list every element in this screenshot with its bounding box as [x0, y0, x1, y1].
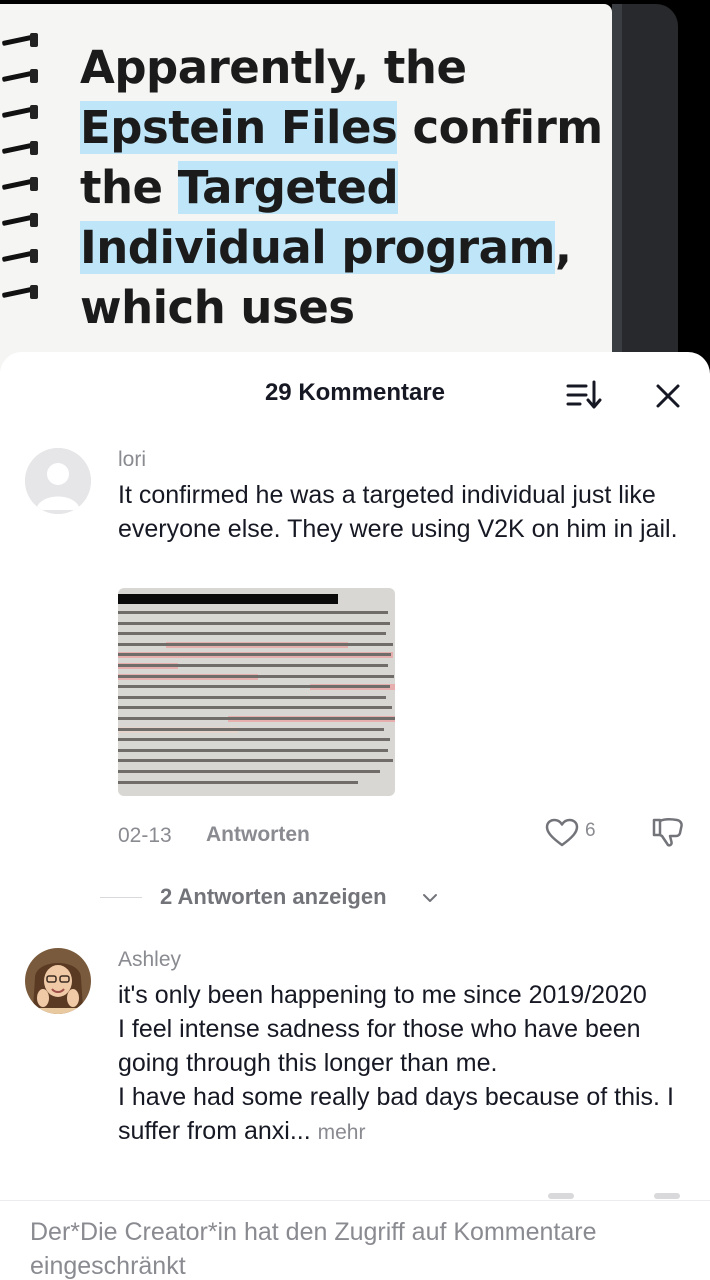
close-icon[interactable] [650, 378, 686, 414]
restricted-notice-text: Der*Die Creator*in hat den Zugriff auf K… [30, 1218, 597, 1280]
caption-highlight: Epstein Files [80, 101, 398, 154]
heart-icon[interactable] [545, 818, 579, 848]
comments-header: 29 Kommentare [0, 352, 710, 434]
spiral-binding [0, 30, 46, 318]
dislike-icon[interactable] [651, 816, 685, 848]
caption-segment: Apparently, the [80, 41, 467, 94]
comment-username[interactable]: Ashley [118, 948, 181, 972]
comments-count-title: 29 Kommentare [264, 379, 446, 406]
caption-line: Epstein Files confirm [80, 98, 603, 158]
default-avatar-icon[interactable] [25, 448, 91, 514]
comment-username[interactable]: lori [118, 448, 146, 472]
caption-line: Apparently, the [80, 38, 600, 98]
caption-highlight: Individual program [80, 221, 555, 274]
caption-segment: which uses [80, 281, 355, 334]
caption-line: the Targeted [80, 158, 600, 218]
caption-highlight: Targeted [177, 161, 399, 214]
view-replies-button[interactable]: 2 Antworten anzeigen [100, 880, 460, 916]
view-replies-label: 2 Antworten anzeigen [160, 884, 387, 909]
like-count: 6 [585, 820, 596, 841]
user-photo-avatar[interactable] [25, 948, 91, 1014]
video-caption-text: Apparently, the Epstein Files confirm the … [80, 38, 603, 338]
more-button[interactable]: mehr [318, 1121, 366, 1144]
comment-item: lori It confirmed he was a targeted indi… [0, 448, 710, 928]
comments-sheet: 29 Kommentare lori It confirmed he was a… [0, 352, 710, 1280]
caption-line: Individual program, [80, 218, 600, 278]
reply-button[interactable]: Antworten [206, 823, 310, 847]
comment-text: It confirmed he was a targeted individua… [118, 481, 678, 543]
comment-attached-image[interactable] [118, 588, 395, 796]
caption-segment: the [80, 161, 178, 214]
sort-icon[interactable] [566, 378, 602, 412]
comment-item: Ashley it's only been happening to me si… [0, 948, 710, 1198]
comment-text: it's only been happening to me since 201… [118, 981, 674, 1145]
video-background: Apparently, the Epstein Files confirm the … [0, 0, 710, 380]
chevron-down-icon [423, 894, 437, 902]
caption-segment: confirm [397, 101, 603, 154]
comment-date: 02-13 [118, 824, 172, 847]
caption-segment: , [554, 221, 572, 274]
comments-restricted-notice: Der*Die Creator*in hat den Zugriff auf K… [0, 1193, 710, 1280]
caption-line: which uses [80, 278, 600, 338]
